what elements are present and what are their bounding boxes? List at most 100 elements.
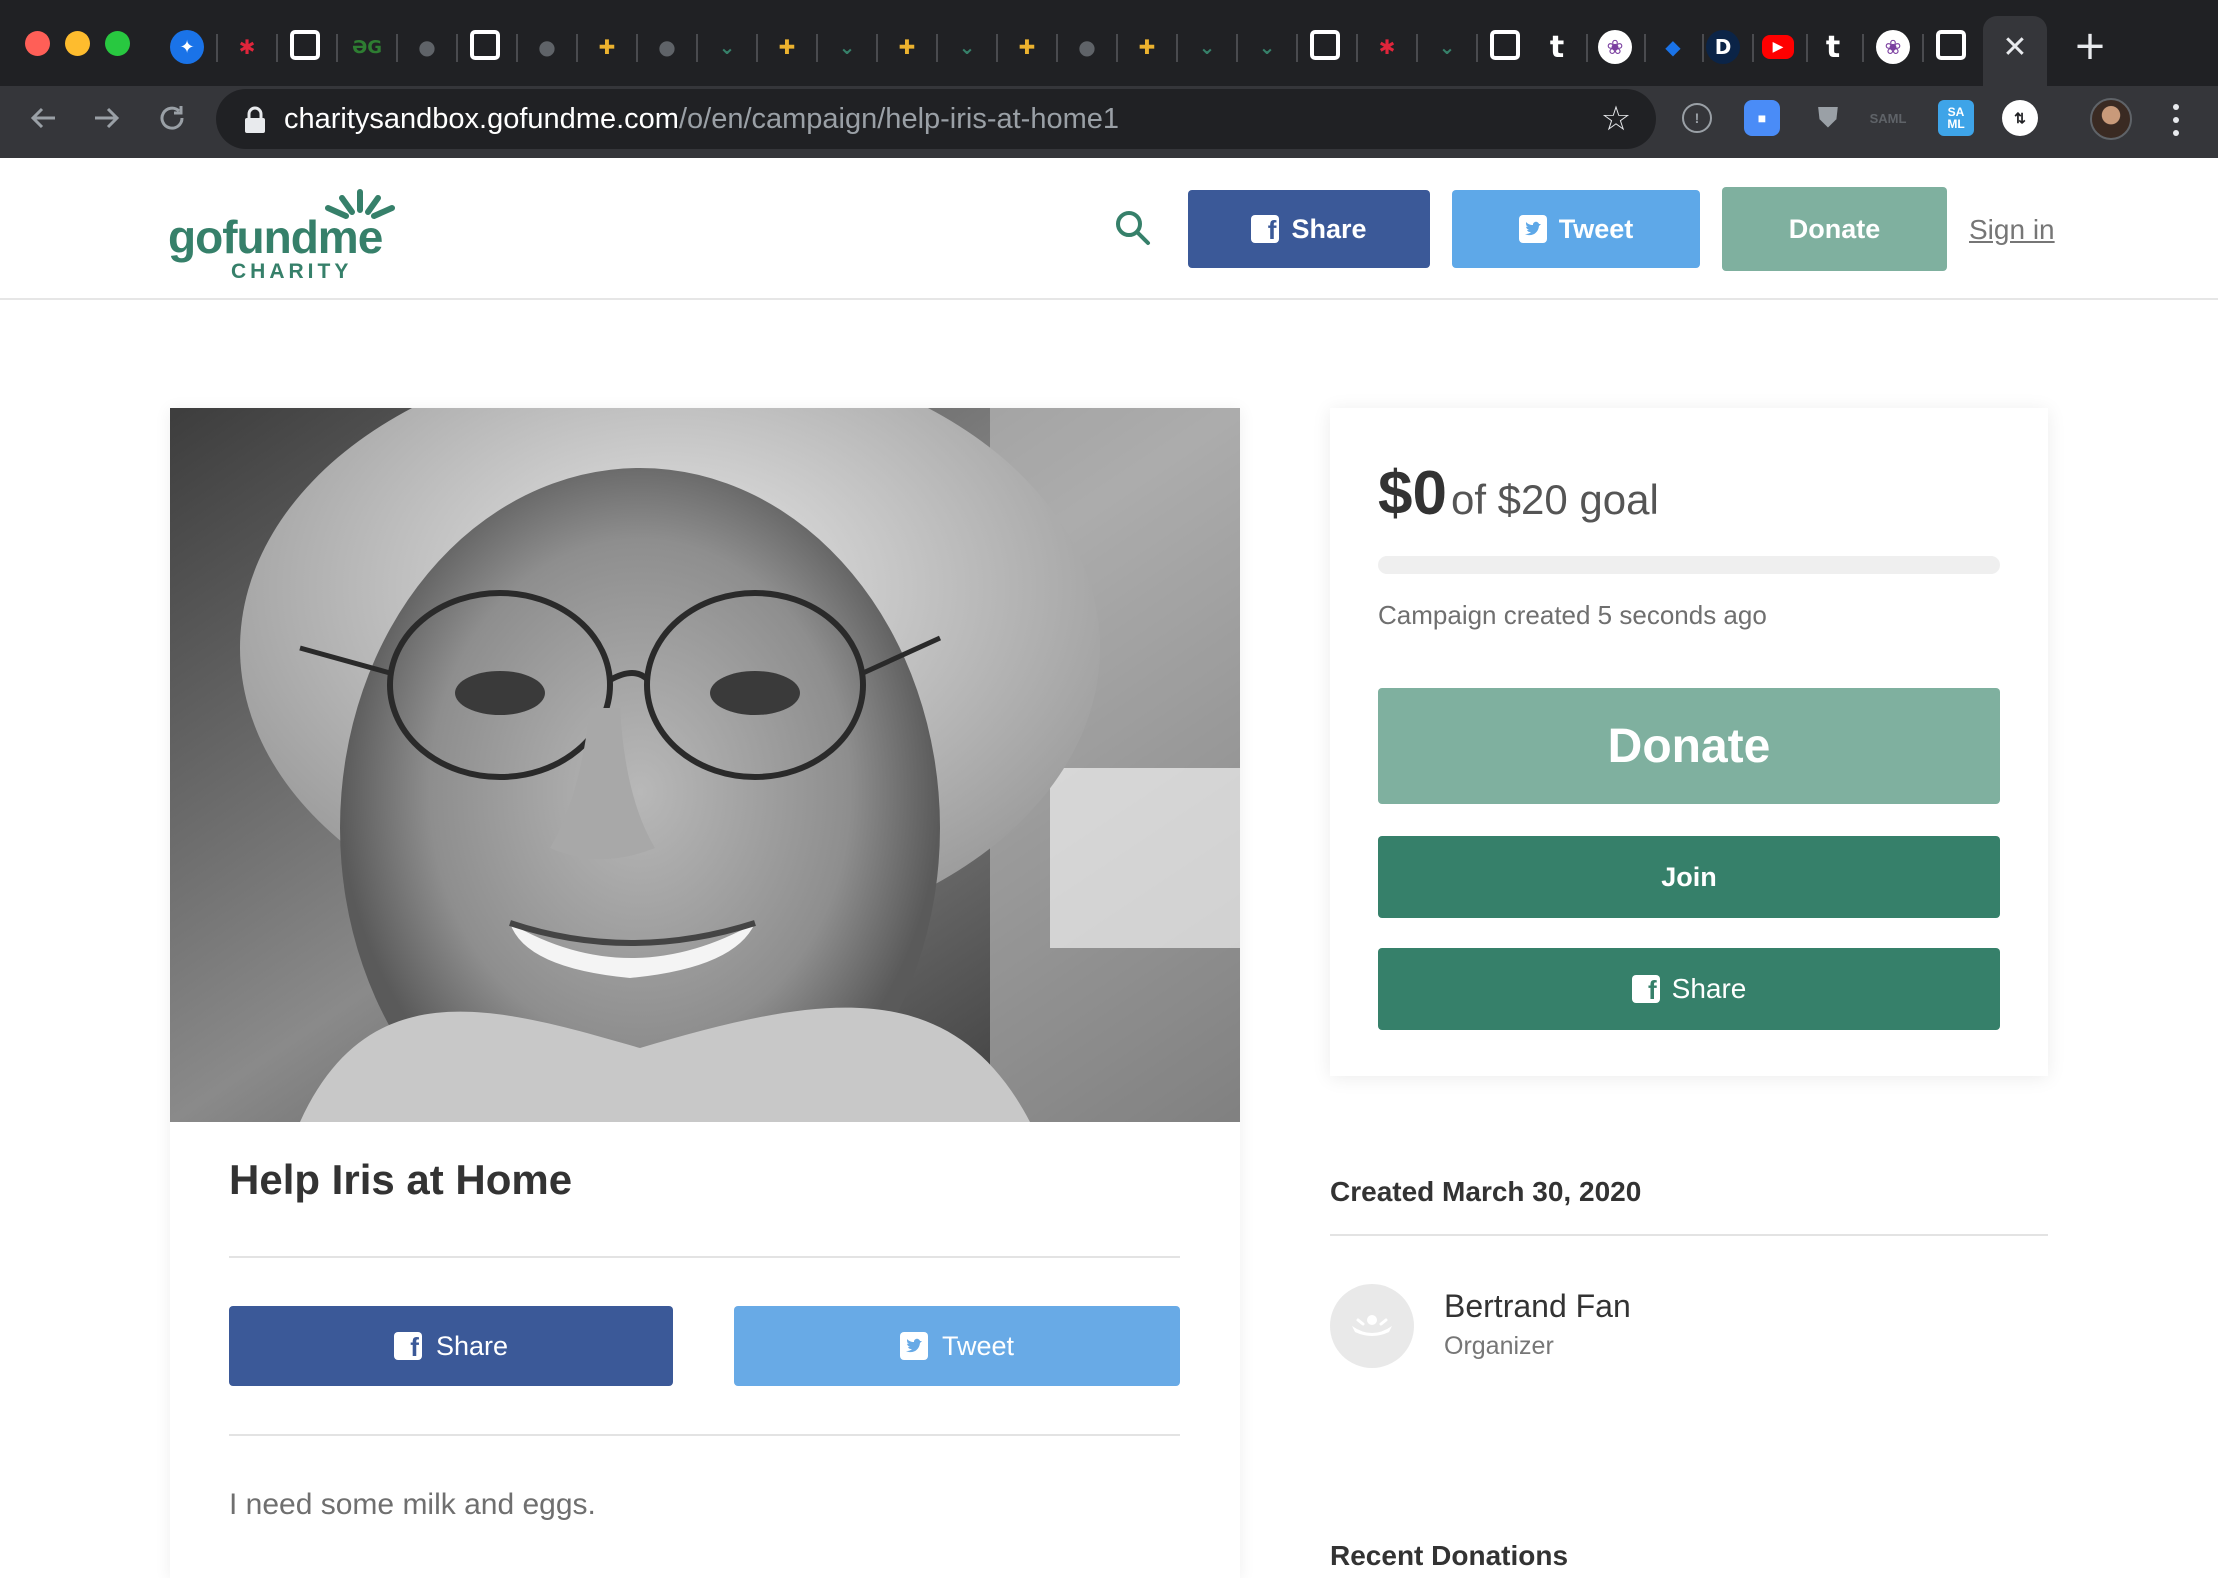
extension-zoom-icon[interactable]: ■ (1744, 100, 1780, 136)
logo-subtitle: CHARITY (231, 260, 353, 283)
tab-reel-icon[interactable]: ❀ (1876, 30, 1910, 64)
tab-gofundme-icon[interactable]: ⌄ (710, 30, 744, 64)
tab-slack-icon[interactable]: ✚ (890, 30, 924, 64)
tab-youtube-icon[interactable]: ▶ (1762, 35, 1794, 59)
campaign-tweet-label: Tweet (941, 1330, 1015, 1361)
extension-saml-icon[interactable]: SA ML (1938, 100, 1974, 136)
tab-strip: ✦ ✱ ƏG ● ● ✚ ● ⌄ ✚ ⌄ ✚ ⌄ ✚ ● ✚ ⌄ ⌄ ✱ ⌄ t… (0, 0, 2218, 86)
header-share-button[interactable]: Share (1188, 190, 1430, 268)
tab-square-icon[interactable] (1310, 30, 1340, 60)
facebook-icon (393, 1332, 422, 1363)
profile-avatar[interactable] (2090, 98, 2132, 140)
header-tweet-button[interactable]: Tweet (1452, 190, 1700, 268)
browser-menu-icon[interactable] (2166, 100, 2186, 140)
organizer-role: Organizer (1444, 1332, 1554, 1360)
tab-slack-icon[interactable]: ✚ (1010, 30, 1044, 64)
tab-square-icon[interactable] (470, 30, 500, 60)
created-date: Created March 30, 2020 (1330, 1176, 1642, 1207)
recent-donations-heading: Recent Donations (1330, 1540, 1569, 1571)
organizer-avatar (1330, 1284, 1414, 1368)
campaign-story: I need some milk and eggs. (229, 1488, 596, 1521)
default-avatar-icon (1352, 1315, 1392, 1336)
sidebar-donate-label: Donate (1607, 719, 1771, 773)
tab-globe-icon[interactable]: ● (1070, 30, 1104, 64)
tab-tumblr-icon[interactable]: t (1816, 30, 1850, 65)
divider (229, 1434, 1180, 1436)
twitter-icon (1518, 215, 1547, 243)
organizer-name[interactable]: Bertrand Fan (1444, 1288, 1631, 1325)
tab-dg-icon[interactable]: ƏG (350, 30, 384, 64)
reload-icon[interactable] (150, 96, 194, 140)
tab-layers-icon[interactable]: ◆ (1656, 30, 1690, 64)
tab-tumblr-icon[interactable]: t (1540, 30, 1574, 65)
tab-square-icon[interactable] (1936, 30, 1966, 60)
gofundme-charity-logo[interactable]: gofundme CHARITY (168, 188, 408, 283)
url-path: /o/en/campaign/help-iris-at-home1 (678, 103, 1120, 135)
tab-slack-icon[interactable]: ✚ (770, 30, 804, 64)
url-text[interactable]: charitysandbox.gofundme.com/o/en/campaig… (284, 103, 1119, 136)
facebook-icon (1631, 975, 1660, 1006)
goal-text: of $20 goal (1450, 476, 1659, 523)
extension-saml-tracer-icon[interactable]: SAML (1870, 100, 1907, 136)
sidebar-donate-button[interactable]: Donate (1378, 688, 2000, 804)
donation-sidebar-card: $0of $20 goal Campaign created 5 seconds… (1330, 408, 2048, 1076)
tab-reel-icon[interactable]: ❀ (1598, 30, 1632, 64)
address-bar[interactable]: charitysandbox.gofundme.com/o/en/campaig… (216, 89, 1656, 149)
tab-gofundme-icon[interactable]: ⌄ (950, 30, 984, 64)
tab-square-icon[interactable] (290, 30, 320, 60)
campaign-share-label: Share (435, 1330, 509, 1361)
forward-icon[interactable] (84, 96, 128, 140)
campaign-card: Help Iris at Home Share Tweet I need som… (170, 408, 1240, 1578)
tab-globe-icon[interactable]: ● (410, 30, 444, 64)
tab-gofundme-icon[interactable]: ⌄ (830, 30, 864, 64)
sidebar-share-button[interactable]: Share (1378, 948, 2000, 1030)
tab-yelp-icon[interactable]: ✱ (230, 30, 264, 64)
campaign-tweet-button[interactable]: Tweet (734, 1306, 1180, 1386)
campaign-created-ago: Campaign created 5 seconds ago (1378, 600, 1767, 630)
tab-slack-icon[interactable]: ✚ (1130, 30, 1164, 64)
tab-globe-icon[interactable]: ● (530, 30, 564, 64)
hero-photo (170, 408, 1240, 1122)
tab-slack-icon[interactable]: ✚ (590, 30, 624, 64)
twitter-icon (899, 1332, 928, 1360)
campaign-hero-image (170, 408, 1240, 1122)
header-share-label: Share (1291, 213, 1367, 244)
tab-globe-icon[interactable]: ● (650, 30, 684, 64)
bookmark-star-icon[interactable]: ☆ (1598, 101, 1634, 137)
browser-chrome: ✦ ✱ ƏG ● ● ✚ ● ⌄ ✚ ⌄ ✚ ⌄ ✚ ● ✚ ⌄ ⌄ ✱ ⌄ t… (0, 0, 2218, 158)
window-zoom-button[interactable] (105, 31, 130, 56)
tab-close-icon[interactable]: ✕ (1998, 30, 2032, 65)
campaign-share-button[interactable]: Share (229, 1306, 673, 1386)
campaign-title: Help Iris at Home (229, 1156, 573, 1203)
tab-gofundme-icon[interactable]: ⌄ (1430, 30, 1464, 64)
tab-d-icon[interactable]: D (1706, 30, 1740, 64)
header-donate-button[interactable]: Donate (1722, 187, 1947, 271)
window-close-button[interactable] (25, 31, 50, 56)
tab-yelp-icon[interactable]: ✱ (1370, 30, 1404, 64)
new-tab-button[interactable]: + (2070, 23, 2110, 69)
extension-info-icon[interactable]: ! (1682, 103, 1712, 133)
url-host: charitysandbox.gofundme.com (284, 103, 679, 135)
extension-ublock-icon[interactable]: ⛊ (1810, 100, 1846, 136)
search-icon[interactable] (1111, 206, 1155, 250)
tab-square-icon[interactable] (1490, 30, 1520, 60)
join-label: Join (1661, 861, 1717, 892)
join-button[interactable]: Join (1378, 836, 2000, 918)
header-tweet-label: Tweet (1558, 213, 1634, 244)
divider (1330, 1234, 2048, 1236)
progress-bar (1378, 556, 2000, 574)
sign-in-link[interactable]: Sign in (1969, 214, 2055, 246)
tab-accessibility-icon[interactable]: ✦ (170, 30, 204, 64)
window-minimize-button[interactable] (65, 31, 90, 56)
header-donate-label: Donate (1788, 213, 1881, 244)
lock-icon[interactable] (242, 106, 268, 134)
extension-arrows-icon[interactable]: ⇅ (2002, 100, 2038, 136)
amount-raised: $0of $20 goal (1378, 458, 1659, 529)
sidebar-share-label: Share (1671, 973, 1747, 1004)
back-icon[interactable] (22, 96, 66, 140)
site-header: gofundme CHARITY Share Tweet Donate Sign… (0, 158, 2218, 300)
tab-gofundme-icon[interactable]: ⌄ (1190, 30, 1224, 64)
tab-gofundme-icon[interactable]: ⌄ (1250, 30, 1284, 64)
logo-wordmark: gofundme (168, 211, 383, 263)
facebook-icon (1251, 215, 1280, 246)
